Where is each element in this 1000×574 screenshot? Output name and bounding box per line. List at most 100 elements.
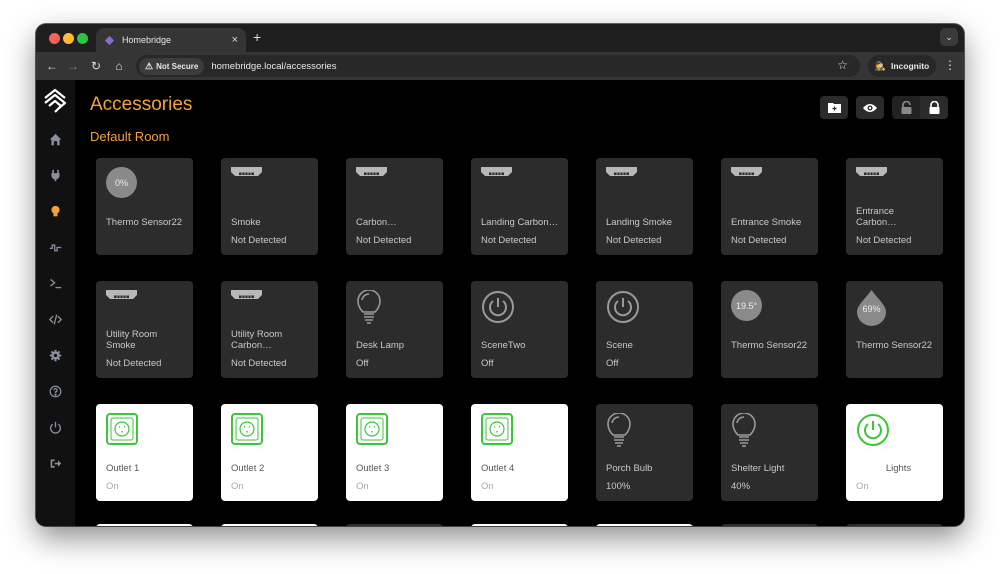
tile-icon bbox=[731, 412, 757, 452]
accessory-tile-partial[interactable] bbox=[846, 524, 943, 526]
sidebar-item-config[interactable] bbox=[46, 310, 64, 328]
accessory-tile-partial[interactable] bbox=[346, 524, 443, 526]
back-arrow-icon[interactable]: ← bbox=[44, 58, 60, 74]
sidebar-item-help[interactable] bbox=[46, 382, 64, 400]
tile-icon bbox=[231, 413, 263, 450]
accessory-tile[interactable]: 69% Thermo Sensor22 bbox=[846, 281, 943, 378]
accessory-tile[interactable]: Landing Smoke Not Detected bbox=[596, 158, 693, 255]
sidebar-item-plugins[interactable] bbox=[46, 166, 64, 184]
accessory-tile[interactable]: Utility Room Smoke Not Detected bbox=[96, 281, 193, 378]
tab-search-chevron-icon[interactable]: ⌄ bbox=[940, 28, 958, 46]
tile-icon bbox=[356, 413, 388, 450]
accessory-status: Off bbox=[481, 358, 494, 369]
home-icon[interactable]: ⌂ bbox=[111, 58, 127, 74]
browser-toolbar: ← → ↻ ⌂ ⚠ Not Secure homebridge.local/ac… bbox=[36, 52, 964, 80]
accessory-tile[interactable]: SceneTwo Off bbox=[471, 281, 568, 378]
tile-icon bbox=[856, 167, 887, 186]
layout-actions bbox=[820, 96, 948, 119]
plug-icon bbox=[50, 169, 60, 181]
security-chip[interactable]: ⚠ Not Secure bbox=[139, 57, 205, 75]
accessory-tile[interactable]: Smoke Not Detected bbox=[221, 158, 318, 255]
accessory-name: Entrance Smoke bbox=[731, 216, 802, 228]
page-title: Accessories bbox=[90, 94, 193, 115]
accessory-status: On bbox=[231, 481, 244, 492]
accessory-tile[interactable]: Carbon… Not Detected bbox=[346, 158, 443, 255]
accessory-tile[interactable]: Outlet 3 On bbox=[346, 404, 443, 501]
accessory-tile-partial[interactable] bbox=[596, 524, 693, 526]
accessory-tile[interactable]: Desk Lamp Off bbox=[346, 281, 443, 378]
lightbulb-icon bbox=[50, 205, 60, 216]
logout-icon bbox=[50, 458, 61, 468]
accessory-name: Scene bbox=[606, 339, 633, 351]
sidebar-item-home[interactable] bbox=[46, 130, 64, 148]
accessory-tile-partial[interactable] bbox=[471, 524, 568, 526]
tile-icon bbox=[356, 167, 387, 186]
folder-plus-icon bbox=[827, 103, 841, 113]
accessory-tile[interactable]: Outlet 1 On bbox=[96, 404, 193, 501]
accessory-tile[interactable]: Outlet 4 On bbox=[471, 404, 568, 501]
sidebar bbox=[36, 80, 75, 526]
tile-icon bbox=[356, 289, 382, 329]
accessory-tile[interactable]: Landing Carbon… Not Detected bbox=[471, 158, 568, 255]
accessory-status: On bbox=[106, 481, 119, 492]
accessory-status: Not Detected bbox=[231, 358, 287, 369]
accessory-tile[interactable]: Entrance Smoke Not Detected bbox=[721, 158, 818, 255]
power-icon bbox=[857, 414, 889, 446]
accessory-tile[interactable]: Utility Room Carbon… Not Detected bbox=[221, 281, 318, 378]
sidebar-item-logout[interactable] bbox=[46, 454, 64, 472]
sidebar-item-settings[interactable] bbox=[46, 346, 64, 364]
accessory-status: Off bbox=[356, 358, 369, 369]
temperature-badge-icon: 19.5° bbox=[731, 290, 762, 321]
accessory-tile[interactable]: Scene Off bbox=[596, 281, 693, 378]
code-icon bbox=[48, 313, 62, 325]
tab-homebridge[interactable]: Homebridge × bbox=[96, 28, 246, 52]
homebridge-logo-icon[interactable] bbox=[42, 88, 68, 114]
main-content: Accessories Default Room 0% Thermo Senso… bbox=[75, 80, 964, 526]
tile-icon bbox=[606, 290, 640, 329]
accessory-name: Shelter Light bbox=[731, 462, 785, 474]
reload-icon[interactable]: ↻ bbox=[88, 58, 104, 74]
accessory-status: On bbox=[481, 481, 494, 492]
accessory-tile-partial[interactable] bbox=[221, 524, 318, 526]
humidity-badge-icon: 0% bbox=[106, 167, 137, 198]
accessory-name: Porch Bulb bbox=[606, 462, 653, 474]
add-room-button[interactable] bbox=[820, 96, 848, 119]
forward-arrow-icon[interactable]: → bbox=[65, 58, 81, 74]
accessory-tile-partial[interactable] bbox=[96, 524, 193, 526]
accessory-tile[interactable]: Porch Bulb 100% bbox=[596, 404, 693, 501]
accessory-status: Not Detected bbox=[106, 358, 162, 369]
sidebar-item-status[interactable] bbox=[46, 238, 64, 256]
smoke-detector-icon bbox=[481, 167, 512, 176]
accessory-tile[interactable]: Outlet 2 On bbox=[221, 404, 318, 501]
accessory-tile[interactable]: Shelter Light 40% bbox=[721, 404, 818, 501]
bookmark-star-icon[interactable]: ☆ bbox=[837, 58, 848, 72]
tile-icon: 0% bbox=[106, 167, 137, 198]
minimize-window-button[interactable] bbox=[63, 33, 74, 44]
maximize-window-button[interactable] bbox=[77, 33, 88, 44]
sidebar-item-terminal[interactable] bbox=[46, 274, 64, 292]
new-tab-button[interactable]: + bbox=[253, 29, 261, 45]
incognito-badge[interactable]: 🕵 Incognito bbox=[868, 55, 936, 77]
accessory-tile[interactable]: 0% Thermo Sensor22 bbox=[96, 158, 193, 255]
unlock-layout-button[interactable] bbox=[892, 96, 920, 119]
sidebar-item-power[interactable] bbox=[46, 418, 64, 436]
partial-accessory-row bbox=[96, 524, 943, 526]
accessory-tile[interactable]: Entrance Carbon… Not Detected bbox=[846, 158, 943, 255]
accessory-tile-partial[interactable] bbox=[721, 524, 818, 526]
accessory-status: Not Detected bbox=[481, 235, 537, 246]
accessory-tile[interactable]: Lights On bbox=[846, 404, 943, 501]
room-title: Default Room bbox=[90, 129, 170, 144]
accessory-status: Not Detected bbox=[356, 235, 412, 246]
sidebar-item-accessories[interactable] bbox=[46, 202, 64, 220]
close-window-button[interactable] bbox=[49, 33, 60, 44]
show-hidden-button[interactable] bbox=[856, 96, 884, 119]
accessory-tile[interactable]: 19.5° Thermo Sensor22 bbox=[721, 281, 818, 378]
homebridge-favicon-icon bbox=[104, 35, 115, 45]
accessory-name: Thermo Sensor22 bbox=[106, 216, 183, 228]
url-text[interactable]: homebridge.local/accessories bbox=[211, 61, 336, 72]
close-tab-icon[interactable]: × bbox=[232, 34, 238, 46]
smoke-detector-icon bbox=[731, 167, 762, 176]
browser-menu-icon[interactable]: ⋮ bbox=[944, 58, 956, 72]
address-bar[interactable]: ⚠ Not Secure homebridge.local/accessorie… bbox=[136, 55, 860, 77]
lock-layout-button[interactable] bbox=[920, 96, 948, 119]
